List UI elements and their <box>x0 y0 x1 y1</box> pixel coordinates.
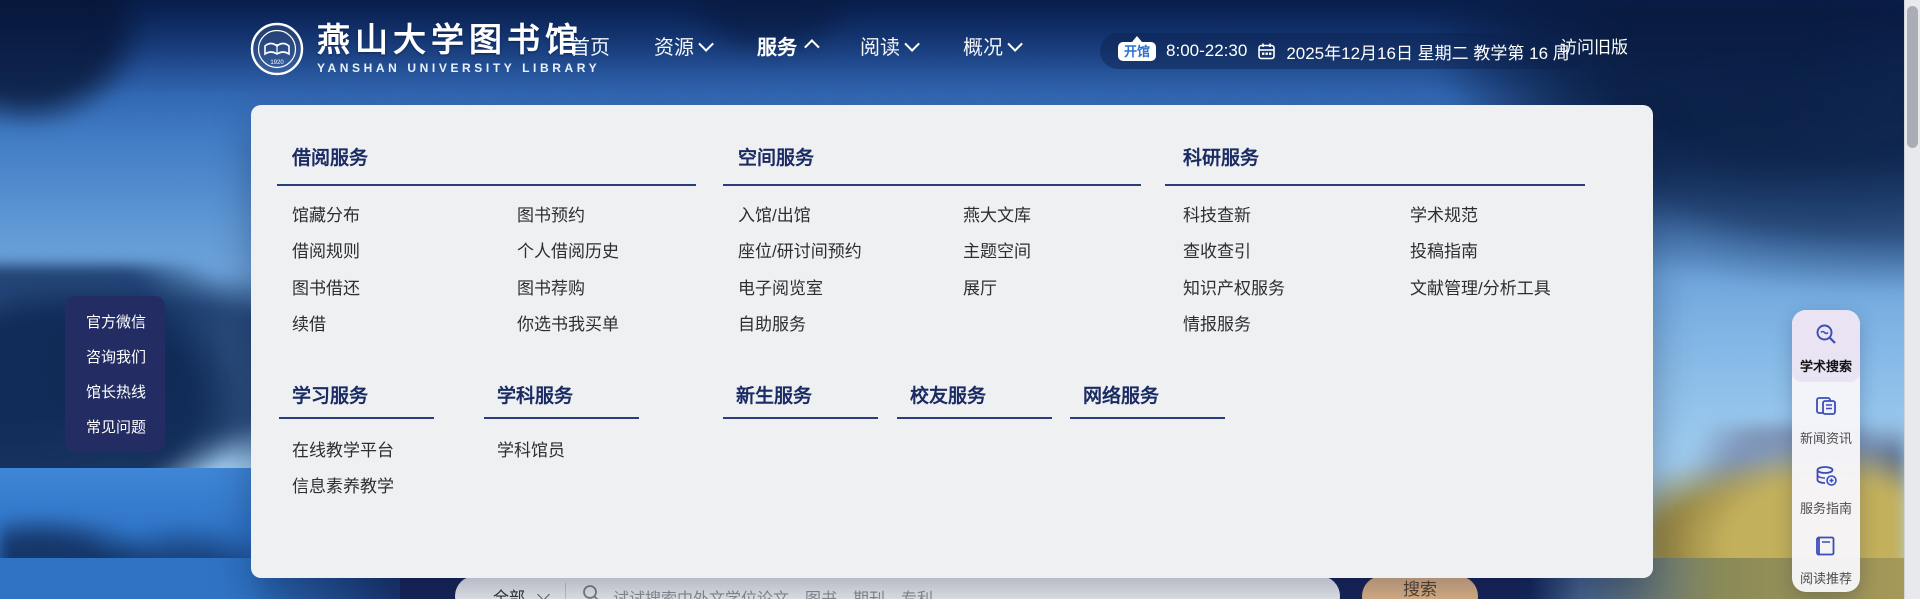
left-quickbar: 官方微信 咨询我们 馆长热线 常见问题 <box>65 296 165 452</box>
chevron-down-icon <box>537 588 550 599</box>
section-underline <box>897 417 1052 419</box>
library-title-en: YANSHAN UNIVERSITY LIBRARY <box>317 61 600 75</box>
library-seal-icon: 1920 <box>250 22 304 76</box>
menu-link[interactable]: 主题空间 <box>963 237 1031 262</box>
divider <box>565 583 566 599</box>
chevron-up-icon <box>804 39 820 55</box>
toolbar-label: 学术搜索 <box>1792 356 1860 375</box>
menu-link[interactable]: 查收查引 <box>1183 237 1251 262</box>
section-underline <box>1165 184 1585 186</box>
menu-link[interactable]: 馆藏分布 <box>292 201 360 226</box>
menu-link[interactable]: 文献管理/分析工具 <box>1410 274 1551 299</box>
site-header: 1920 燕山大学图书馆 YANSHAN UNIVERSITY LIBRARY … <box>0 0 1920 96</box>
section-title-borrowing: 借阅服务 <box>292 143 368 170</box>
nav-resources-label: 资源 <box>654 31 694 60</box>
toolbar-reading[interactable]: 阅读推荐 <box>1792 522 1860 592</box>
chevron-down-icon <box>1007 36 1023 52</box>
menu-link[interactable]: 个人借阅历史 <box>517 237 619 262</box>
nav-resources[interactable]: 资源 <box>654 31 713 60</box>
section-title-learning: 学习服务 <box>292 381 368 408</box>
section-title-space: 空间服务 <box>738 143 814 170</box>
toolbar-label: 新闻资讯 <box>1792 428 1860 447</box>
opening-hours: 8:00-22:30 <box>1166 41 1247 61</box>
services-mega-menu: 借阅服务 空间服务 科研服务 馆藏分布 借阅规则 图书借还 续借 图书预约 个人… <box>251 105 1653 578</box>
quickbar-ask-us[interactable]: 咨询我们 <box>65 346 165 367</box>
menu-link[interactable]: 学科馆员 <box>497 436 565 461</box>
scholar-search-icon <box>1814 322 1838 346</box>
search-placeholder: 试试搜索中外文学位论文、图书、期刊、专利 <box>613 585 933 599</box>
menu-link[interactable]: 图书借还 <box>292 274 360 299</box>
chevron-down-icon <box>904 36 920 52</box>
calendar-icon <box>1257 42 1276 61</box>
menu-link[interactable]: 自助服务 <box>738 310 806 335</box>
menu-link[interactable]: 投稿指南 <box>1410 237 1478 262</box>
svg-text:1920: 1920 <box>270 60 284 66</box>
section-underline <box>277 184 696 186</box>
section-title-alumni: 校友服务 <box>910 381 986 408</box>
menu-link[interactable]: 情报服务 <box>1183 310 1251 335</box>
search-category-select[interactable]: 全部 <box>493 584 525 599</box>
section-underline <box>484 417 639 419</box>
toolbar-label: 阅读推荐 <box>1792 568 1860 587</box>
menu-link[interactable]: 学术规范 <box>1410 201 1478 226</box>
nav-home[interactable]: 首页 <box>570 31 610 60</box>
search-icon <box>581 583 601 599</box>
toolbar-service-guide[interactable]: 服务指南 <box>1792 452 1860 522</box>
menu-link[interactable]: 入馆/出馆 <box>738 201 811 226</box>
date-text: 2025年12月16日 星期二 教学第 16 周 <box>1286 39 1569 64</box>
toolbar-scholar-search[interactable]: 学术搜索 <box>1792 310 1860 382</box>
reading-icon <box>1814 534 1838 558</box>
nav-overview[interactable]: 概况 <box>963 31 1022 60</box>
menu-link[interactable]: 在线教学平台 <box>292 436 394 461</box>
main-nav: 首页 资源 服务 阅读 概况 <box>570 0 1022 90</box>
toolbar-news[interactable]: 新闻资讯 <box>1792 382 1860 452</box>
scrollbar[interactable] <box>1904 0 1920 599</box>
library-logo[interactable]: 1920 燕山大学图书馆 YANSHAN UNIVERSITY LIBRARY <box>250 22 600 76</box>
quickbar-wechat[interactable]: 官方微信 <box>65 311 165 332</box>
menu-link[interactable]: 图书预约 <box>517 201 585 226</box>
scrollbar-thumb[interactable] <box>1907 6 1918 148</box>
news-icon <box>1814 394 1838 418</box>
menu-link[interactable]: 燕大文库 <box>963 201 1031 226</box>
section-underline <box>723 184 1141 186</box>
menu-link[interactable]: 信息素养教学 <box>292 472 394 497</box>
section-underline <box>1070 417 1225 419</box>
section-underline <box>723 417 878 419</box>
nav-services-label: 服务 <box>757 31 797 60</box>
nav-reading[interactable]: 阅读 <box>860 31 919 60</box>
menu-link[interactable]: 科技查新 <box>1183 201 1251 226</box>
nav-home-label: 首页 <box>570 31 610 60</box>
section-title-subject: 学科服务 <box>497 381 573 408</box>
chevron-down-icon <box>698 36 714 52</box>
menu-link[interactable]: 电子阅览室 <box>738 274 823 299</box>
open-status-badge: 开馆 <box>1118 42 1156 61</box>
section-title-network: 网络服务 <box>1083 381 1159 408</box>
menu-link[interactable]: 借阅规则 <box>292 237 360 262</box>
nav-overview-label: 概况 <box>963 31 1003 60</box>
menu-link[interactable]: 你选书我买单 <box>517 310 619 335</box>
menu-link[interactable]: 续借 <box>292 310 326 335</box>
section-title-research: 科研服务 <box>1183 143 1259 170</box>
menu-link[interactable]: 展厅 <box>963 274 997 299</box>
library-title-zh: 燕山大学图书馆 <box>317 23 600 59</box>
menu-link[interactable]: 图书荐购 <box>517 274 585 299</box>
toolbar-label: 服务指南 <box>1792 498 1860 517</box>
nav-services[interactable]: 服务 <box>757 31 816 60</box>
library-status-pill: 开馆 8:00-22:30 2025年12月16日 星期二 教学第 16 周 <box>1100 33 1588 69</box>
search-input[interactable]: 全部 试试搜索中外文学位论文、图书、期刊、专利 <box>455 576 1340 599</box>
quickbar-director-hotline[interactable]: 馆长热线 <box>65 381 165 402</box>
nav-reading-label: 阅读 <box>860 31 900 60</box>
service-guide-icon <box>1814 464 1838 488</box>
old-site-link[interactable]: 访问旧版 <box>1560 0 1628 90</box>
section-title-freshman: 新生服务 <box>736 381 812 408</box>
right-toolbar: 学术搜索 新闻资讯 服务指南 阅读推荐 <box>1792 310 1860 592</box>
quickbar-faq[interactable]: 常见问题 <box>65 416 165 437</box>
search-button[interactable]: 搜索 <box>1362 576 1478 599</box>
menu-link[interactable]: 座位/研讨间预约 <box>738 237 862 262</box>
section-underline <box>279 417 434 419</box>
menu-link[interactable]: 知识产权服务 <box>1183 274 1285 299</box>
